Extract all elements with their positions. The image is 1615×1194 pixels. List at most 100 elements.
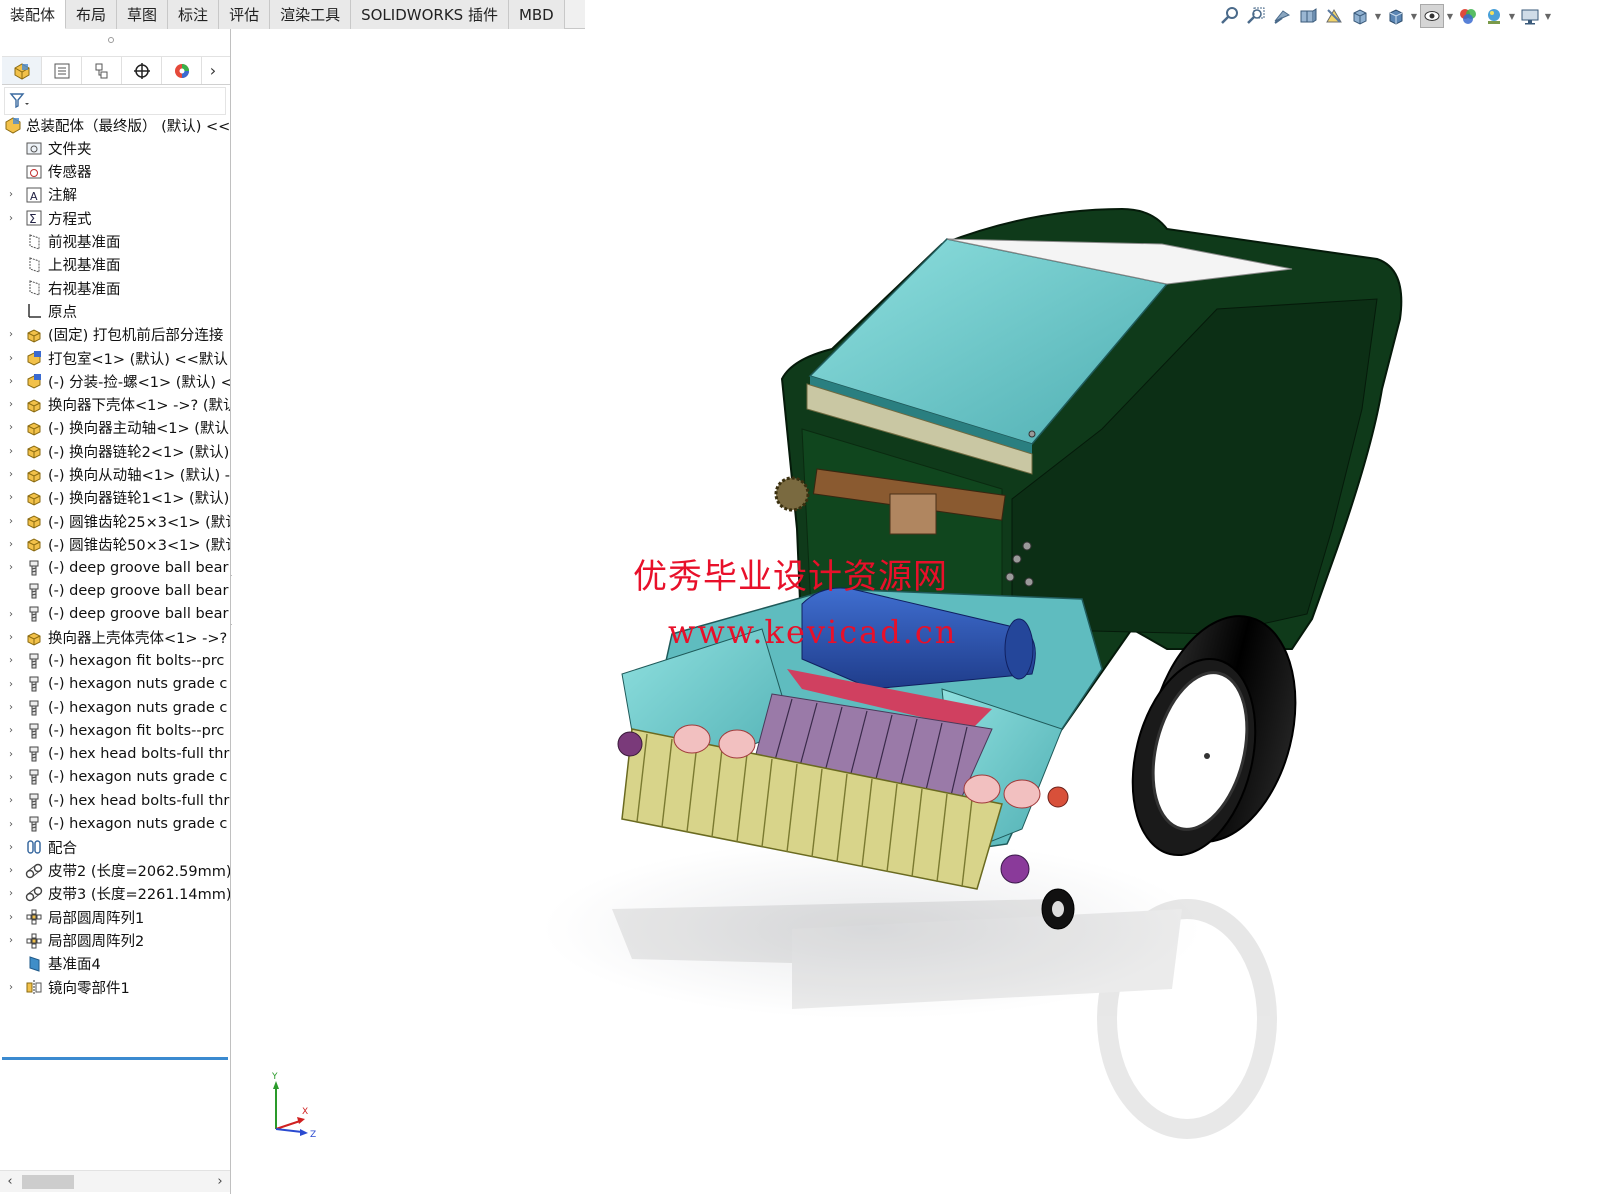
tree-item[interactable]: › A 注解 [0,183,230,207]
tree-item[interactable]: › (-) 换向器链轮2<1> (默认) [0,439,230,463]
tree-item[interactable]: › (-) hexagon nuts grade c [0,812,230,836]
expand-arrow-icon[interactable]: › [6,532,16,556]
tree-filter[interactable] [4,87,226,115]
expand-arrow-icon[interactable]: › [6,486,16,510]
tab-evaluate[interactable]: 评估 [219,0,271,29]
tree-item[interactable]: 上视基准面 [0,253,230,277]
edit-appearance-icon[interactable] [1456,4,1480,28]
expand-arrow-icon[interactable]: › [6,183,16,207]
tree-item[interactable]: › (-) hex head bolts-full thr [0,742,230,766]
tree-item[interactable]: 右视基准面 [0,276,230,300]
tab-sketch[interactable]: 草图 [117,0,169,29]
tree-item[interactable]: 文件夹 [0,136,230,160]
tree-item[interactable]: 前视基准面 [0,230,230,254]
expand-arrow-icon[interactable]: › [6,975,16,999]
tree-item[interactable]: › (-) hexagon fit bolts--prc [0,719,230,743]
tab-mbd[interactable]: MBD [508,0,565,29]
tab-render-tools[interactable]: 渲染工具 [270,0,352,29]
chevron-right-icon[interactable]: › [202,57,224,84]
tree-item[interactable]: › 局部圆周阵列1 [0,905,230,929]
expand-arrow-icon[interactable]: › [6,323,16,347]
display-manager-icon[interactable] [162,57,202,84]
section-view-icon[interactable] [1296,4,1320,28]
configuration-manager-icon[interactable] [82,57,122,84]
expand-arrow-icon[interactable]: › [6,789,16,813]
dimxpert-manager-icon[interactable] [122,57,162,84]
gauge-wheel[interactable] [1041,888,1075,930]
tab-assembly[interactable]: 装配体 [0,0,67,29]
filter-icon[interactable] [9,92,31,110]
hide-show-items-icon[interactable] [1420,4,1444,28]
tree-item[interactable]: › (-) 分装-捡-螺<1> (默认) < [0,369,230,393]
expand-arrow-icon[interactable]: › [6,556,16,580]
feature-manager-icon[interactable] [2,57,42,84]
tree-item[interactable]: 原点 [0,299,230,323]
chevron-down-icon[interactable]: ▼ [1446,4,1454,28]
expand-arrow-icon[interactable]: › [6,742,16,766]
expand-arrow-icon[interactable]: › [6,672,16,696]
zoom-to-area-icon[interactable] [1244,4,1268,28]
tab-markup[interactable]: 标注 [168,0,220,29]
expand-arrow-icon[interactable]: › [6,812,16,836]
tree-item[interactable]: › (-) hexagon nuts grade c [0,765,230,789]
graphics-area[interactable]: 优秀毕业设计资源网 www.kevicad.cn Y X Z [232,29,1615,1194]
tree-item[interactable]: › (-) hexagon nuts grade c [0,672,230,696]
tree-item[interactable]: › (-) 圆锥齿轮50×3<1> (默认 [0,532,230,556]
expand-arrow-icon[interactable]: › [6,369,16,393]
dynamic-annotation-icon[interactable] [1322,4,1346,28]
chevron-down-icon[interactable]: ▼ [1374,4,1382,28]
tree-item[interactable]: › (-) 圆锥齿轮25×3<1> (默认 [0,509,230,533]
tree-item[interactable]: 传感器 [0,160,230,184]
view-settings-icon[interactable] [1518,4,1542,28]
tree-item[interactable]: › (-) hex head bolts-full thr [0,789,230,813]
expand-arrow-icon[interactable]: › [6,905,16,929]
chevron-down-icon[interactable]: ▼ [1544,4,1552,28]
expand-arrow-icon[interactable]: › [6,882,16,906]
expand-arrow-icon[interactable]: › [6,346,16,370]
tree-item[interactable]: › 配合 [0,835,230,859]
expand-arrow-icon[interactable]: › [6,649,16,673]
tree-item[interactable]: › Σ 方程式 [0,206,230,230]
tree-item[interactable]: › 皮带3 (长度=2261.14mm) [0,882,230,906]
tree-item[interactable]: › (固定) 打包机前后部分连接 [0,323,230,347]
tree-item[interactable]: › 换向器下壳体<1> ->? (默认 [0,393,230,417]
tree-item[interactable]: › (-) 换向器主动轴<1> (默认 [0,416,230,440]
tree-item[interactable]: › (-) hexagon nuts grade c [0,696,230,720]
chevron-down-icon[interactable]: ▼ [1410,4,1418,28]
expand-arrow-icon[interactable]: › [6,416,16,440]
scroll-right-icon[interactable]: › [212,1173,228,1189]
apply-scene-icon[interactable] [1482,4,1506,28]
expand-arrow-icon[interactable]: › [6,509,16,533]
chevron-down-icon[interactable]: ▼ [1508,4,1516,28]
scroll-left-icon[interactable]: ‹ [2,1173,18,1189]
tree-item[interactable]: › 打包室<1> (默认) <<默认 [0,346,230,370]
previous-view-icon[interactable] [1270,4,1294,28]
expand-arrow-icon[interactable]: › [6,765,16,789]
expand-arrow-icon[interactable]: › [6,696,16,720]
tree-item[interactable]: › 换向器上壳体壳体<1> ->? [0,626,230,650]
tab-solidworks-addins[interactable]: SOLIDWORKS 插件 [351,0,509,29]
view-orientation-icon[interactable] [1348,4,1372,28]
expand-arrow-icon[interactable]: › [6,859,16,883]
baler-model[interactable] [232,29,1615,1194]
rollback-bar[interactable] [2,1057,228,1060]
expand-arrow-icon[interactable]: › [6,463,16,487]
tree-item[interactable]: › 皮带2 (长度=2062.59mm) [0,859,230,883]
display-style-icon[interactable] [1384,4,1408,28]
expand-arrow-icon[interactable]: › [6,719,16,743]
tree-item[interactable]: › (-) 换向从动轴<1> (默认) - [0,463,230,487]
tree-item[interactable]: › 局部圆周阵列2 [0,929,230,953]
expand-arrow-icon[interactable]: › [6,602,16,626]
expand-arrow-icon[interactable]: › [6,929,16,953]
tree-root-assembly[interactable]: 总装配体（最终版） (默认) << [0,113,230,137]
scrollbar-thumb[interactable] [22,1175,74,1189]
tree-item[interactable]: › (-) deep groove ball bear [0,602,230,626]
tree-item[interactable]: › (-) deep groove ball bear [0,556,230,580]
expand-arrow-icon[interactable]: › [6,626,16,650]
tree-item[interactable]: › 镜向零部件1 [0,975,230,999]
expand-arrow-icon[interactable]: › [6,439,16,463]
panel-grip-icon[interactable] [108,37,114,43]
tree-item[interactable]: 基准面4 [0,952,230,976]
expand-arrow-icon[interactable]: › [6,835,16,859]
tree-item[interactable]: (-) deep groove ball bear [0,579,230,603]
